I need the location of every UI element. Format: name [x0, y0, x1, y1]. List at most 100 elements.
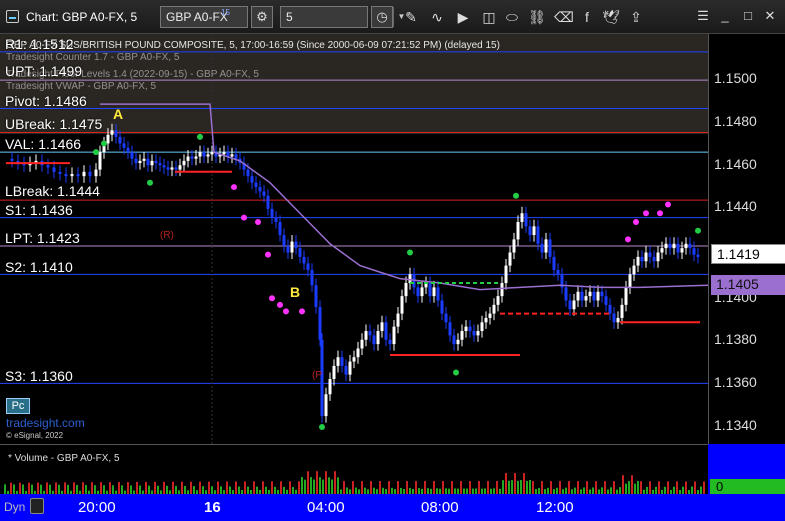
candle-body: [604, 296, 608, 305]
candle-body: [436, 287, 440, 301]
candle-body: [640, 256, 644, 262]
candle-body: [254, 182, 258, 188]
vwap-price-box: 1.1405: [711, 275, 785, 295]
volume-bar: [541, 481, 543, 495]
volume-bar: [406, 481, 408, 495]
candle-body: [472, 331, 476, 336]
dyn-button[interactable]: Dyn: [4, 500, 25, 514]
clock-icon[interactable]: ◷: [371, 6, 393, 28]
candle-body: [356, 348, 360, 358]
level-label-pivot: Pivot: 1.1486: [5, 93, 87, 109]
level-label-s3: S3: 1.1360: [5, 368, 73, 384]
counter-mark-magenta: [665, 201, 671, 208]
symbol-info-icon[interactable]: ◫: [480, 8, 498, 26]
lock-icon[interactable]: [30, 498, 44, 514]
legend-symbol: GBP A0-FX $US/BRITISH POUND COMPOSITE, 5…: [6, 40, 500, 51]
marker-a: A: [113, 106, 124, 122]
candle-body: [544, 239, 548, 253]
volume-bar: [442, 481, 444, 495]
volume-bar: [478, 481, 480, 495]
menu-icon[interactable]: ☰: [695, 8, 711, 24]
candle-body: [372, 335, 376, 345]
candle-body: [118, 136, 122, 144]
chart-app-icon: [6, 10, 19, 23]
level-label-lpt: LPT: 1.1423: [5, 230, 80, 246]
eraser-icon[interactable]: ⌫: [554, 8, 574, 26]
candle-body: [98, 152, 102, 170]
volume-bar: [310, 477, 312, 495]
pc-button[interactable]: Pc: [6, 398, 30, 414]
volume-bar: [667, 481, 669, 495]
minimize-icon[interactable]: _: [717, 8, 733, 24]
candle-body: [314, 285, 318, 308]
volume-value-box: 0: [710, 479, 785, 494]
price-chart-canvas[interactable]: [0, 34, 708, 444]
candle-body: [344, 365, 348, 375]
candle-body: [568, 300, 572, 310]
candle-body: [234, 154, 238, 159]
price-tick: 1.1360: [714, 374, 757, 390]
candle-body: [464, 326, 468, 332]
level-label-ubreak: UBreak: 1.1475: [5, 116, 103, 132]
candle-body: [512, 239, 516, 253]
candle-body: [492, 304, 496, 314]
candle-body: [452, 335, 456, 345]
candle-body: [186, 156, 190, 161]
candle-body: [142, 158, 146, 161]
twitter-icon[interactable]: 🕊: [602, 8, 620, 26]
link-icon[interactable]: ⛓: [528, 8, 546, 26]
volume-bar: [526, 480, 528, 495]
pencil-icon[interactable]: ✎: [402, 8, 420, 26]
gear-icon[interactable]: ⚙: [251, 6, 273, 28]
symbol-input[interactable]: GBP A0-FX 15 ▼: [160, 6, 405, 28]
volume-bar: [334, 471, 336, 495]
ellipse-icon[interactable]: ⬭: [503, 8, 521, 26]
price-axis[interactable]: 1.1500 1.1480 1.1460 1.1440 1.1400 1.138…: [708, 34, 785, 444]
candle-body: [692, 248, 696, 255]
volume-bar: [649, 481, 651, 495]
candle-body: [588, 291, 592, 297]
close-icon[interactable]: ✕: [762, 8, 778, 24]
symbol-superscript: 15: [221, 8, 230, 17]
study-icon[interactable]: ∿: [428, 8, 446, 26]
price-chart[interactable]: GBP A0-FX $US/BRITISH POUND COMPOSITE, 5…: [0, 34, 708, 444]
candle-body: [628, 274, 632, 288]
interval-input[interactable]: 5: [280, 6, 368, 28]
counter-mark-magenta: [231, 184, 237, 191]
candle-body: [246, 169, 250, 177]
candle-body: [194, 156, 198, 159]
volume-bar: [469, 481, 471, 495]
volume-bar: [529, 479, 531, 495]
candle-body: [556, 269, 560, 275]
candle-body: [632, 265, 636, 275]
candle-body: [290, 241, 294, 253]
candle-body: [10, 158, 14, 161]
volume-bar: [172, 481, 174, 495]
time-tick: 20:00: [78, 499, 116, 516]
candle-body: [150, 160, 154, 166]
volume-bar: [361, 481, 363, 495]
counter-mark-green: [197, 133, 203, 140]
candle-body: [440, 300, 444, 314]
candle-body: [332, 365, 336, 380]
candle-body: [484, 317, 488, 323]
facebook-icon[interactable]: f: [578, 8, 596, 26]
volume-bar: [520, 480, 522, 495]
level-label-upt: UPT: 1.1499: [5, 63, 83, 79]
level-label-r1: R1: 1.1512: [5, 36, 74, 52]
candle-body: [664, 243, 668, 249]
candle-body: [106, 134, 110, 144]
candle-body: [306, 263, 310, 270]
volume-bar: [703, 481, 705, 495]
maximize-icon[interactable]: □: [740, 8, 756, 24]
share-icon[interactable]: ⇪: [627, 8, 645, 26]
counter-mark-magenta: [277, 301, 283, 308]
candle-body: [676, 243, 680, 253]
volume-bar: [379, 481, 381, 495]
volume-bar: [502, 480, 504, 495]
volume-bar: [343, 481, 345, 495]
time-axis[interactable]: Dyn 20:00 16 04:00 08:00 12:00: [0, 494, 785, 521]
volume-pane[interactable]: * Volume - GBP A0-FX, 5: [0, 444, 708, 495]
volume-bar: [370, 481, 372, 495]
play-icon[interactable]: ▶: [454, 8, 472, 26]
